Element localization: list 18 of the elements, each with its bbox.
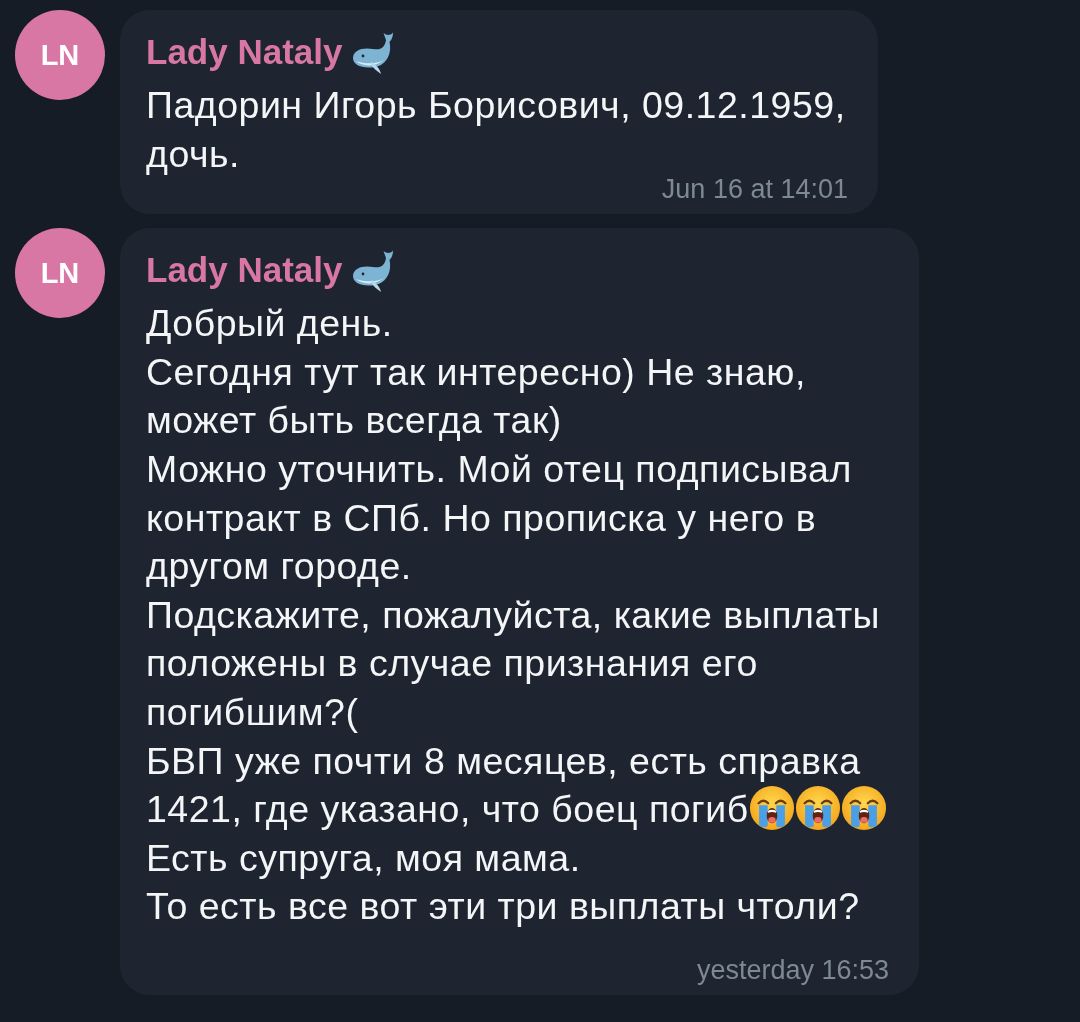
user-avatar[interactable]: LN bbox=[15, 10, 105, 100]
message-text: Добрый день. bbox=[146, 302, 393, 345]
crying-face-icon bbox=[840, 785, 887, 832]
crying-face-icon bbox=[748, 785, 795, 832]
sender-name: Lady Nataly bbox=[146, 31, 343, 73]
sender-name: Lady Nataly bbox=[146, 249, 343, 292]
user-avatar[interactable]: LN bbox=[15, 228, 105, 319]
crying-face-icon bbox=[794, 785, 841, 832]
message-text: БВП уже почти 8 месяцев, есть справка bbox=[146, 739, 861, 782]
message-text: Сегодня тут так интересно) Не знаю, может быть всегда так) bbox=[146, 350, 806, 442]
message-text: 1421, где указано, что боец погиб bbox=[146, 788, 749, 831]
message-text: Подскажите, пожалуйста, какие выплаты положены в случае признания его погибшим?( bbox=[146, 593, 881, 733]
message-time: yesterday 16:53 bbox=[696, 956, 889, 983]
message-time: Jun 16 at 14:01 bbox=[661, 176, 848, 203]
message-text: Падорин Игорь Борисович, 09.12.1959, дочь. bbox=[146, 84, 846, 175]
message-text: То есть все вот эти три выплаты чтоли? bbox=[146, 885, 860, 928]
message-text: Можно уточнить. Мой отец подписывал контракт в СПб. Но прописка у него в другом городе. bbox=[146, 447, 852, 588]
message-text: Есть супруга, моя мама. bbox=[146, 836, 581, 879]
